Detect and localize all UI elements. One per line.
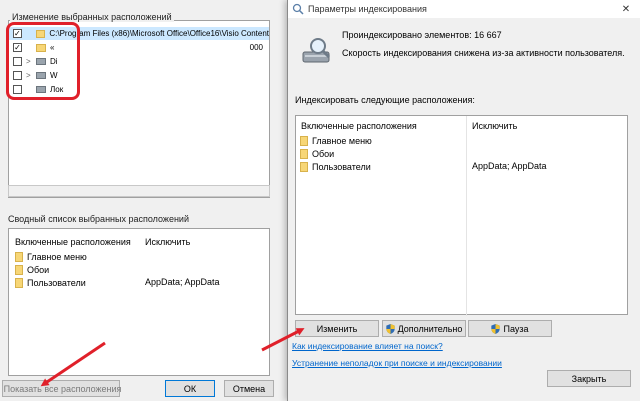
folder-icon xyxy=(15,265,23,275)
list-item[interactable]: Пользователи xyxy=(300,161,371,173)
advanced-button[interactable]: Дополнительно xyxy=(382,320,466,337)
location-name: Пользователи xyxy=(27,278,86,288)
indexed-count: Проиндексировано элементов: 16 667 xyxy=(342,30,502,40)
location-name: Пользователи xyxy=(312,162,371,172)
tree-item-extra: 000 xyxy=(249,43,263,52)
title-bar[interactable]: Параметры индексирования ✕ xyxy=(288,0,640,18)
location-exclude: AppData; AppData xyxy=(145,277,220,287)
column-header-exclude: Исключить xyxy=(472,121,518,131)
summary-locations-list[interactable]: Включенные расположения Исключить Главно… xyxy=(8,228,270,376)
column-header-exclude: Исключить xyxy=(145,237,191,247)
list-item[interactable]: Пользователи xyxy=(15,277,86,289)
indexed-locations-list[interactable]: Включенные расположения Исключить Главно… xyxy=(295,115,628,316)
location-name: Обои xyxy=(27,265,50,275)
indexing-app-icon xyxy=(292,3,304,15)
show-all-locations-button[interactable]: Показать все расположения xyxy=(2,380,122,397)
indexing-magnifier-icon xyxy=(302,38,331,63)
button-label: Пауза xyxy=(503,323,529,334)
tree-group-label: Изменение выбранных расположений xyxy=(10,12,174,22)
list-item[interactable]: Главное меню xyxy=(300,135,372,147)
location-name: Главное меню xyxy=(27,252,87,262)
ok-button[interactable]: ОК xyxy=(165,380,215,397)
indexing-status: Скорость индексирования снижена из-за ак… xyxy=(342,48,625,58)
folder-icon xyxy=(300,149,308,159)
folder-icon xyxy=(15,252,23,262)
modify-button[interactable]: Изменить xyxy=(295,320,379,337)
location-name: Обои xyxy=(312,149,335,159)
summary-group-label: Сводный список выбранных расположений xyxy=(6,214,191,224)
window-title: Параметры индексирования xyxy=(308,4,427,14)
location-name: Главное меню xyxy=(312,136,372,146)
folder-icon xyxy=(300,136,308,146)
folder-icon xyxy=(300,162,308,172)
uac-shield-icon xyxy=(491,323,501,334)
uac-shield-icon xyxy=(385,323,395,334)
folder-icon xyxy=(15,278,23,288)
list-item[interactable]: Обои xyxy=(15,264,49,276)
list-item[interactable]: Главное меню xyxy=(15,251,87,263)
location-exclude: AppData; AppData xyxy=(472,161,547,171)
index-locations-label: Индексировать следующие расположения: xyxy=(295,95,475,105)
column-header-included: Включенные расположения xyxy=(301,121,417,131)
indexing-options-dialog: Параметры индексирования ✕ Проиндексиров… xyxy=(287,0,640,401)
search-impact-link[interactable]: Как индексирование влияет на поиск? xyxy=(292,341,443,351)
tree-item-label: C:\Program Files (x86)\Microsoft Office\… xyxy=(49,29,270,38)
button-label: Дополнительно xyxy=(397,323,463,334)
column-header-included: Включенные расположения xyxy=(15,237,131,247)
cancel-button[interactable]: Отмена xyxy=(224,380,274,397)
pause-button[interactable]: Пауза xyxy=(468,320,552,337)
annotation-highlight-box xyxy=(6,22,80,100)
modify-locations-dialog: ✓ C:\Program Files (x86)\Microsoft Offic… xyxy=(0,0,290,401)
close-icon[interactable]: ✕ xyxy=(611,0,640,18)
close-button[interactable]: Закрыть xyxy=(547,370,631,387)
column-divider xyxy=(466,116,467,316)
list-item[interactable]: Обои xyxy=(300,148,334,160)
troubleshoot-link[interactable]: Устранение неполадок при поиске и индекс… xyxy=(292,358,502,368)
button-label: Показать все расположения xyxy=(3,383,122,394)
horizontal-scrollbar[interactable] xyxy=(8,185,270,197)
